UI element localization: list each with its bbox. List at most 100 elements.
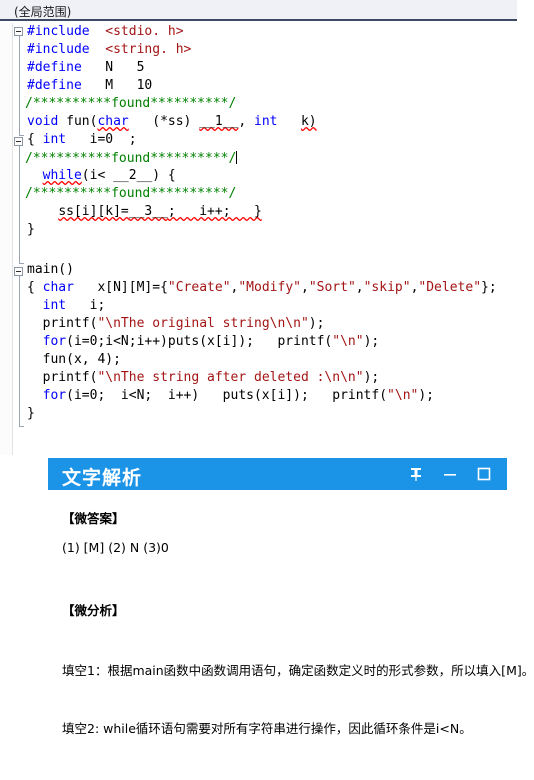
- token-paren-semi-3: );: [363, 370, 380, 385]
- answer-text: (1) [M] (2) N (3)0: [62, 540, 169, 555]
- token-decl-char: char: [42, 280, 74, 295]
- code-line-found-2: /**********found**********/: [25, 151, 238, 165]
- token-kw-int-main: int: [42, 298, 67, 313]
- editor-gutter: [0, 23, 13, 455]
- token-str-nl-2: "\n": [387, 388, 419, 403]
- token-str-create: "Create": [167, 280, 231, 295]
- token-printf-3: printf(: [42, 370, 98, 385]
- scope-label: (全局范围): [14, 5, 72, 19]
- token-macro-m-name: M: [105, 78, 114, 93]
- token-macro-n-value: 5: [136, 60, 145, 75]
- code-line-while: while(i< __2__) {: [27, 169, 176, 182]
- code-line-assign: ss[i][k]=__3__; i++; }: [27, 205, 262, 218]
- code-line-main-signature: main(): [27, 263, 74, 276]
- fold-rail-includes: [19, 36, 20, 135]
- token-str-original: "\nThe original string\n\n": [97, 316, 309, 331]
- token-include-2: #include: [27, 42, 90, 57]
- token-kw-for-1: for: [42, 334, 67, 349]
- token-kw-int-param: int: [254, 114, 278, 129]
- token-str-skip: "skip": [363, 280, 411, 295]
- fold-end-main: [19, 426, 24, 427]
- code-line-main-close: }: [27, 407, 35, 420]
- code-line-found-3: /**********found**********/: [25, 187, 236, 200]
- pin-icon[interactable]: [403, 458, 429, 490]
- fold-rail-fun: [19, 146, 20, 263]
- fold-toggle-includes[interactable]: [14, 27, 23, 36]
- blank3-note: 填空3：字符串结尾加入字符串结束标识0。: [62, 776, 303, 780]
- token-printf-2: printf(: [277, 334, 333, 349]
- token-fn-main: main(): [27, 262, 74, 277]
- token-fn-fun: fun(: [66, 114, 98, 129]
- token-brace-close-main: }: [27, 406, 35, 421]
- token-found-comment-1: /**********found**********/: [25, 96, 237, 111]
- fold-end-includes: [19, 135, 24, 136]
- token-str-nl-1: "\n": [332, 334, 364, 349]
- token-paren-semi-1: );: [308, 316, 325, 331]
- code-line-printf-original: printf("\nThe original string\n\n");: [27, 316, 325, 331]
- code-line-printf-deleted: printf("\nThe string after deleted :\n\n…: [27, 370, 380, 385]
- code-line-call-fun: fun(x, 4);: [27, 353, 121, 366]
- token-brace-close-fun: }: [27, 222, 35, 237]
- panel-titlebar: 文字解析: [48, 458, 507, 490]
- token-str-after-deleted: "\nThe string after deleted :\n\n": [97, 370, 364, 385]
- token-kw-while: while: [42, 168, 82, 183]
- token-printf-4: printf(: [332, 388, 388, 403]
- fold-end-fun: [19, 263, 24, 264]
- code-surface[interactable]: #include <stdio. h> #include <string. h>…: [13, 23, 534, 455]
- code-editor[interactable]: #include <stdio. h> #include <string. h>…: [0, 23, 534, 455]
- token-for1-body: (i=0;i<N;i++)puts(x[i]);: [66, 334, 278, 349]
- code-line-include-string: #include <string. h>: [27, 43, 191, 56]
- code-line-define-m: #define M 10: [27, 79, 152, 92]
- token-kw-void: void: [27, 114, 59, 129]
- token-kw-int-local: int: [42, 132, 67, 147]
- token-str-modify: "Modify": [238, 280, 301, 295]
- token-decl-array-end: };: [481, 280, 497, 295]
- token-blank-1: __1__: [199, 114, 239, 129]
- blank1-note: 填空1：根据main函数中函数调用语句，确定函数定义时的形式参数，所以填入[M]…: [62, 663, 534, 678]
- panel-title: 文字解析: [62, 467, 143, 489]
- token-define-n: #define: [27, 60, 82, 75]
- token-call-fun: fun(x, 4);: [42, 352, 121, 367]
- code-line-main-array-decl: { char x[N][M]={"Create","Modify","Sort"…: [27, 280, 497, 295]
- fold-toggle-main[interactable]: [14, 267, 23, 276]
- token-param-ss: (*ss): [152, 114, 192, 129]
- token-i-init: i=0 ;: [89, 132, 137, 147]
- code-line-main-int-i: int i;: [27, 298, 106, 313]
- token-kw-char: char: [97, 114, 129, 129]
- maximize-icon[interactable]: [471, 458, 497, 490]
- token-assign-tail: ; i++; }: [167, 204, 262, 219]
- token-paren-semi-2: );: [363, 334, 380, 349]
- code-line-include-stdio: #include <stdio. h>: [27, 25, 184, 38]
- blank2-note: 填空2: while循环语句需要对所有字符串进行操作，因此循环条件是i<N。: [62, 721, 472, 736]
- text-caret: [236, 151, 238, 164]
- token-for2-body: (i=0; i<N; i++) puts(x[i]);: [66, 388, 333, 403]
- token-str-sort: "Sort": [308, 280, 356, 295]
- analysis-heading: 【微分析】: [62, 603, 125, 618]
- token-printf-1: printf(: [42, 316, 98, 331]
- fold-toggle-fun[interactable]: [14, 137, 23, 146]
- token-param-k: k): [300, 114, 317, 129]
- token-blank-3: __3__: [128, 204, 168, 219]
- token-define-m: #define: [27, 78, 82, 93]
- token-stdio-header: <stdio. h>: [105, 24, 184, 39]
- code-line-found-1: /**********found**********/: [25, 97, 236, 110]
- minimize-icon[interactable]: [437, 458, 463, 490]
- token-comma-1: ,: [238, 114, 255, 129]
- token-decl-i: i;: [89, 298, 106, 313]
- answer-heading: 【微答案】: [62, 511, 125, 526]
- token-assign-lhs: ss[i][k]=: [58, 204, 129, 219]
- code-line-fun-signature: void fun(char (*ss) __1__, int k): [27, 115, 317, 128]
- token-paren-semi-4: );: [418, 388, 435, 403]
- fold-rail-main: [19, 276, 20, 426]
- token-macro-m-value: 10: [136, 78, 153, 93]
- token-while-cond-open: (i<: [81, 168, 106, 183]
- token-blank-2: __2__: [113, 168, 153, 183]
- token-string-header: <string. h>: [105, 42, 192, 57]
- code-line-for-print-original: for(i=0;i<N;i++)puts(x[i]); printf("\n")…: [27, 334, 380, 349]
- code-line-for-print-deleted: for(i=0; i<N; i++) puts(x[i]); printf("\…: [27, 389, 434, 402]
- token-while-cond-close: ) {: [152, 168, 176, 183]
- token-macro-n-name: N: [105, 60, 114, 75]
- token-found-comment-3: /**********found**********/: [25, 186, 237, 201]
- code-line-fun-close: }: [27, 223, 35, 236]
- token-kw-for-2: for: [42, 388, 67, 403]
